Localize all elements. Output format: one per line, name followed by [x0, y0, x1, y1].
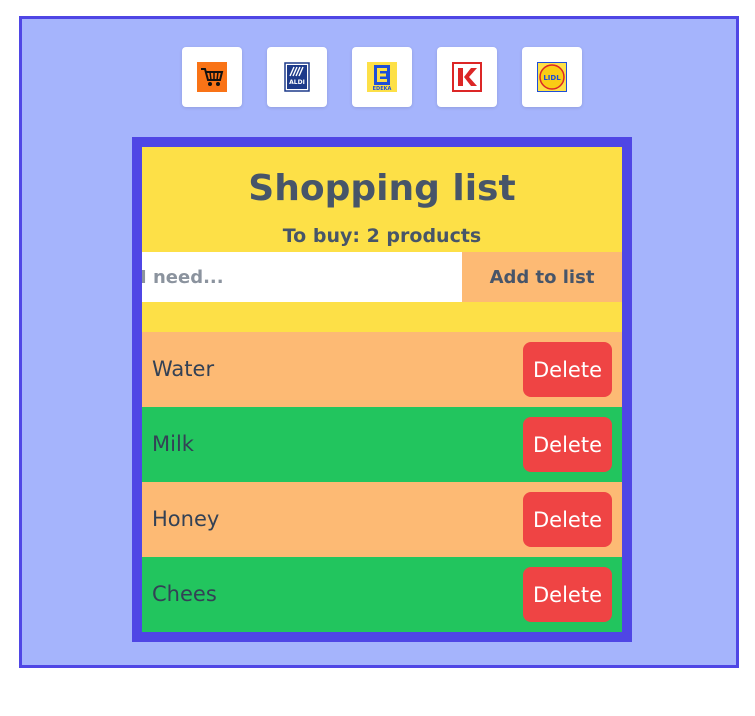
items-list: Water Delete Milk Delete Honey Delete Ch…	[142, 332, 622, 632]
delete-button[interactable]: Delete	[523, 567, 612, 622]
store-button-aldi[interactable]: ALDI	[267, 47, 327, 107]
delete-button[interactable]: Delete	[523, 342, 612, 397]
list-item: Water Delete	[142, 332, 622, 407]
shopping-cart-icon	[197, 62, 227, 92]
edeka-logo-icon: EDEKA	[367, 62, 397, 92]
svg-text:LIDL: LIDL	[543, 74, 561, 82]
page-title: Shopping list	[248, 168, 516, 209]
store-button-edeka[interactable]: EDEKA	[352, 47, 412, 107]
item-name: Chees	[152, 582, 217, 606]
item-name: Milk	[152, 432, 194, 456]
lidl-logo-icon: LIDL	[537, 62, 567, 92]
store-button-kaufland[interactable]	[437, 47, 497, 107]
aldi-logo-icon: ALDI	[284, 62, 310, 92]
list-item: Honey Delete	[142, 482, 622, 557]
store-button-cart[interactable]	[182, 47, 242, 107]
list-item: Milk Delete	[142, 407, 622, 482]
app-container: ALDI EDEKA LIDL Shopping list To buy: 2 …	[19, 16, 739, 668]
svg-text:EDEKA: EDEKA	[373, 86, 392, 92]
item-input[interactable]	[142, 252, 462, 302]
svg-text:ALDI: ALDI	[289, 79, 305, 86]
store-button-lidl[interactable]: LIDL	[522, 47, 582, 107]
items-count: To buy: 2 products	[282, 225, 482, 247]
kaufland-logo-icon	[452, 62, 482, 92]
add-to-list-button[interactable]: Add to list	[462, 252, 622, 302]
delete-button[interactable]: Delete	[523, 492, 612, 547]
delete-button[interactable]: Delete	[523, 417, 612, 472]
item-name: Water	[152, 357, 215, 381]
list-item: Chees Delete	[142, 557, 622, 632]
item-name: Honey	[152, 507, 220, 531]
shopping-list-card: Shopping list To buy: 2 products Add to …	[132, 137, 632, 642]
